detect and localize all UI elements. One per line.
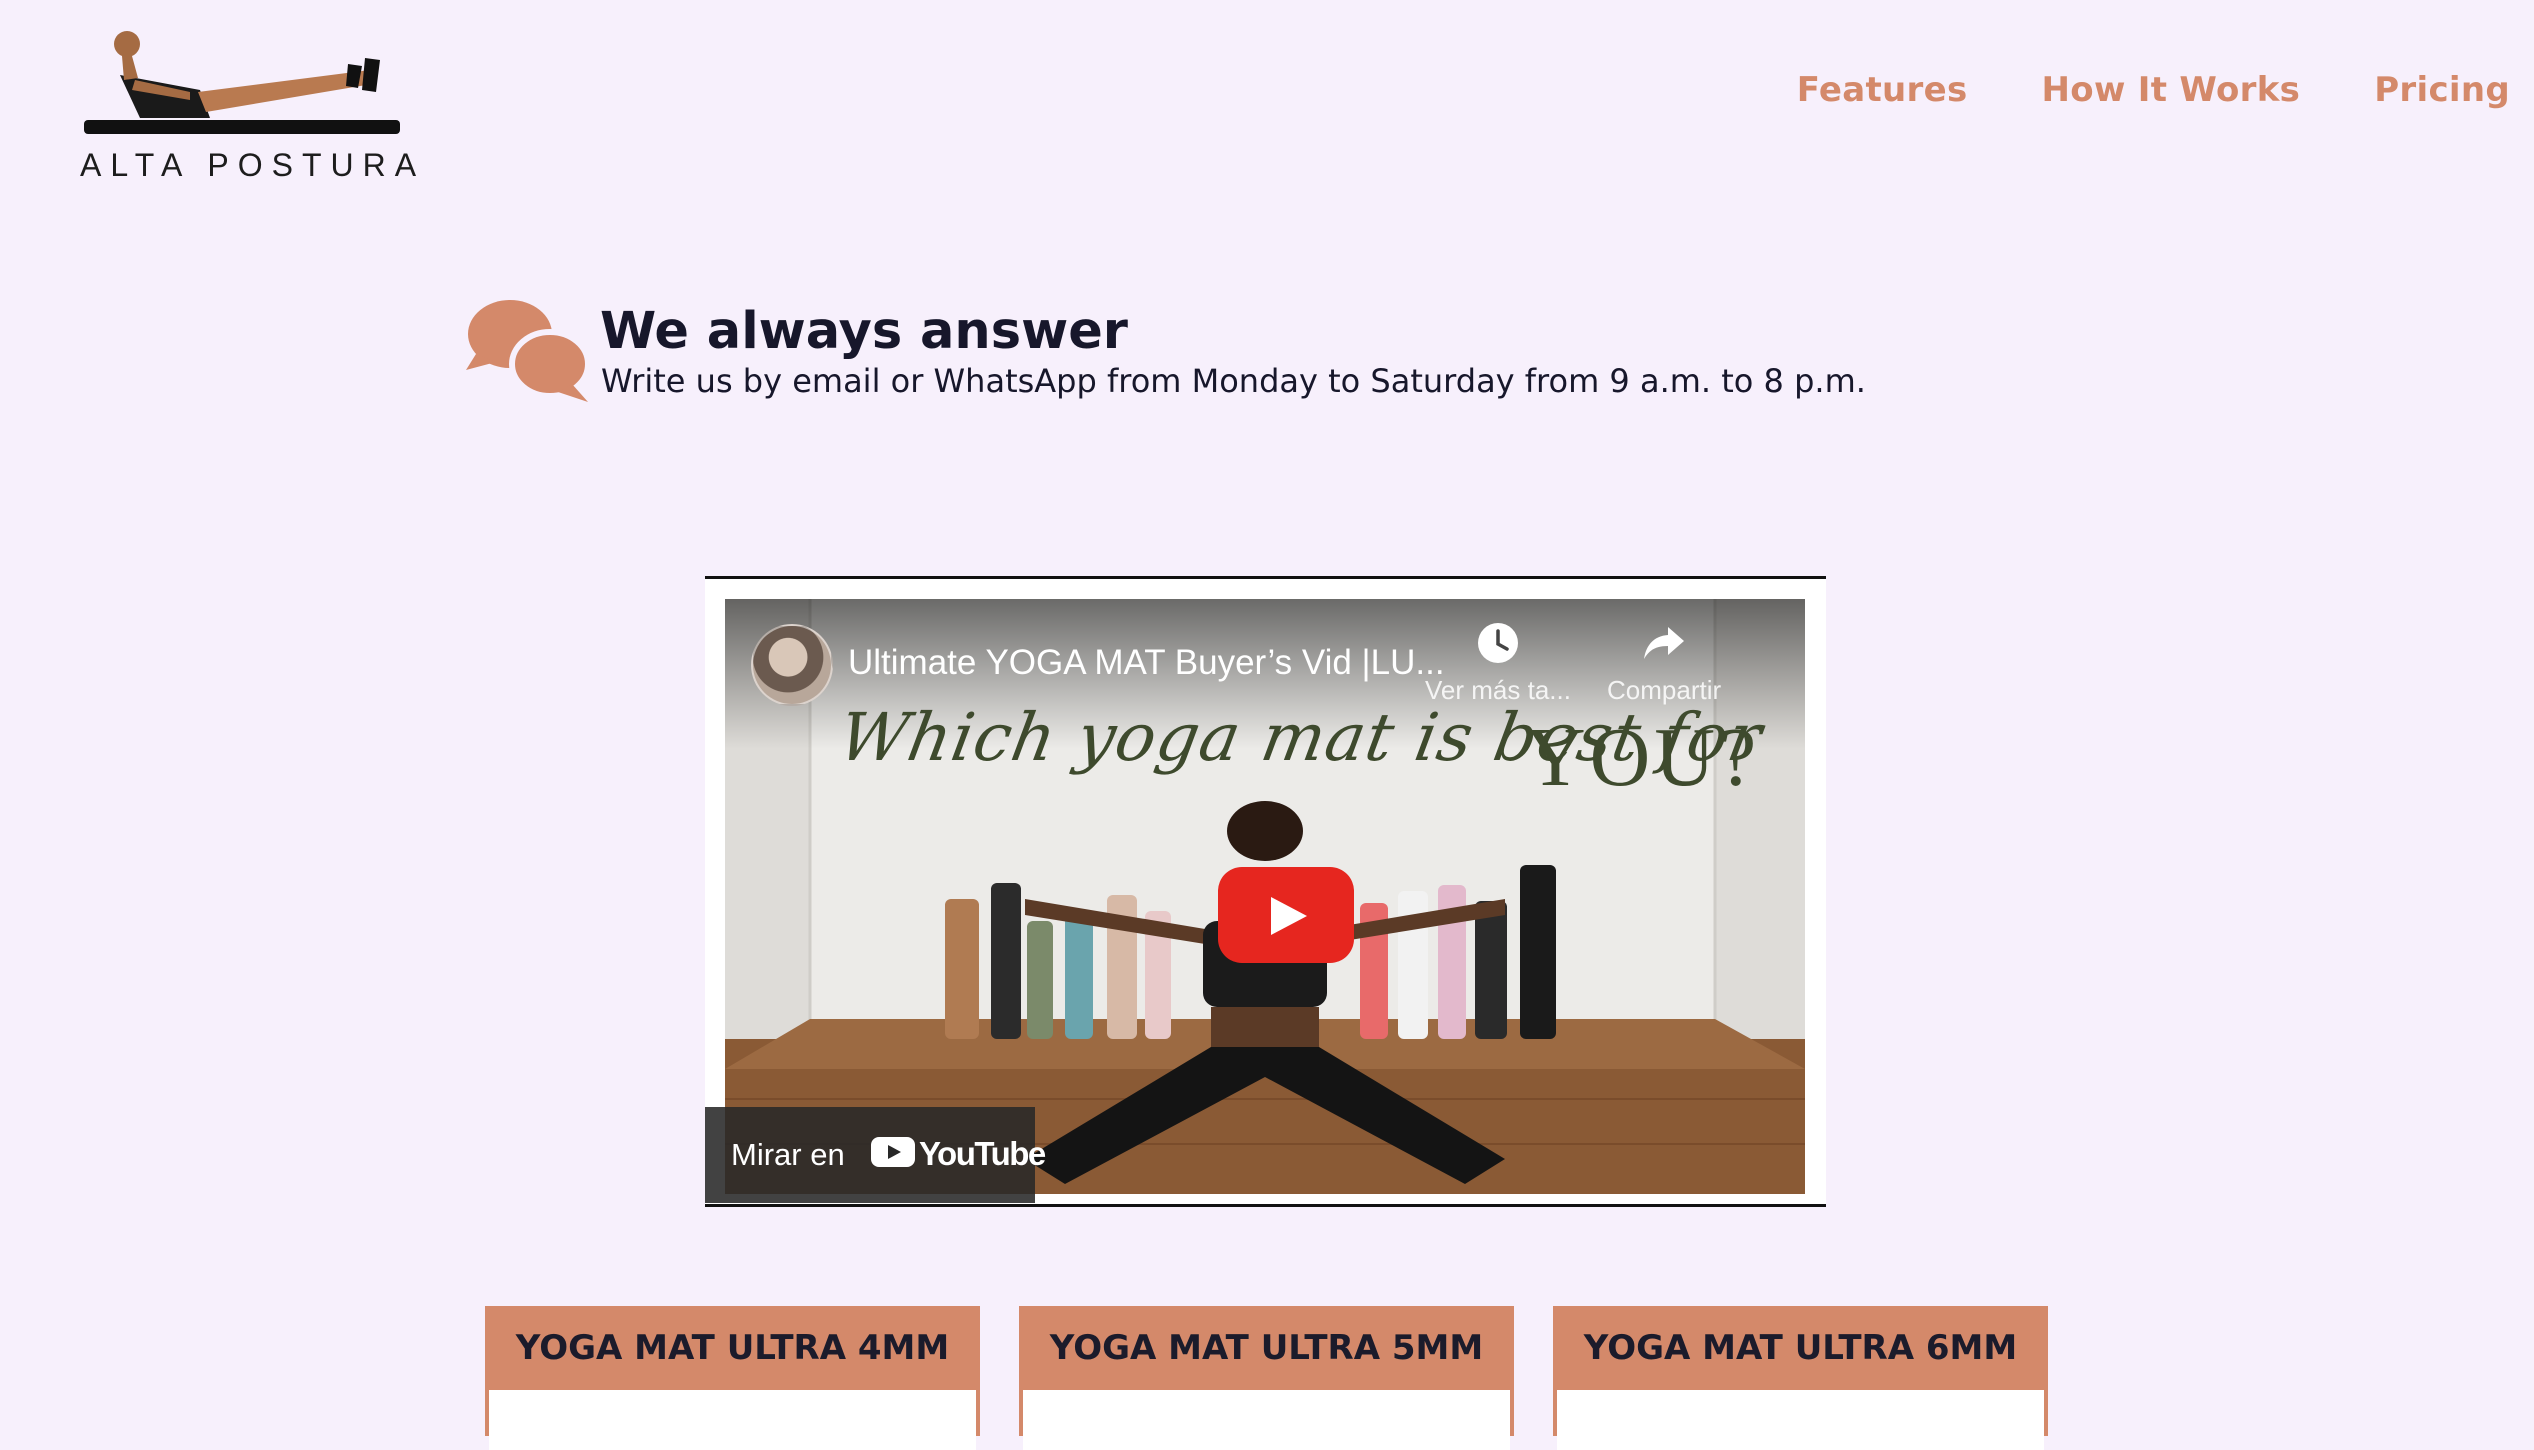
video-title[interactable]: Ultimate YOGA MAT Buyer’s Vid |LU... [848,643,1445,683]
video-thumbnail[interactable]: Ultimate YOGA MAT Buyer’s Vid |LU... Ver… [725,599,1805,1194]
youtube-wordmark: YouTube [919,1135,1046,1172]
channel-avatar[interactable] [751,624,833,706]
plan-name: YOGA MAT ULTRA 6MM [1583,1328,2018,1368]
brand-logo[interactable]: ALTA POSTURA [80,20,426,185]
watch-on-youtube-button[interactable]: Mirar en YouTube [705,1107,1046,1203]
watch-later-button[interactable]: Ver más ta... [1425,621,1571,706]
plan-card-5mm[interactable]: YOGA MAT ULTRA 5MM [1019,1306,1514,1450]
plan-body [489,1390,976,1450]
chat-bubbles-icon [466,300,591,402]
youtube-video-embed[interactable]: Ultimate YOGA MAT Buyer’s Vid |LU... Ver… [705,576,1826,1207]
plan-card-4mm[interactable]: YOGA MAT ULTRA 4MM [485,1306,980,1450]
main-nav: Features How It Works Pricing [1797,70,2510,110]
brand-name: ALTA POSTURA [80,147,426,183]
watch-on-label: Mirar en [731,1137,845,1172]
share-button[interactable]: Compartir [1607,621,1721,706]
nav-link-how-it-works[interactable]: How It Works [2042,70,2301,110]
nav-link-pricing[interactable]: Pricing [2374,70,2510,110]
support-title: We always answer [600,302,1128,361]
youtube-logo-icon [871,1137,915,1167]
yoga-pose-logo-icon [84,31,400,134]
thumbnail-you-text: YOU? [1525,711,1761,804]
share-arrow-icon [1644,627,1685,659]
plan-body [1023,1390,1510,1450]
plan-body [1557,1390,2044,1450]
plan-name: YOGA MAT ULTRA 4MM [515,1328,950,1368]
plan-card-6mm[interactable]: YOGA MAT ULTRA 6MM [1553,1306,2048,1450]
nav-link-features[interactable]: Features [1797,70,1968,110]
support-text: Write us by email or WhatsApp from Monda… [601,362,1866,400]
play-button[interactable] [1218,867,1354,963]
clock-icon [1477,623,1518,663]
plan-name: YOGA MAT ULTRA 5MM [1049,1328,1484,1368]
